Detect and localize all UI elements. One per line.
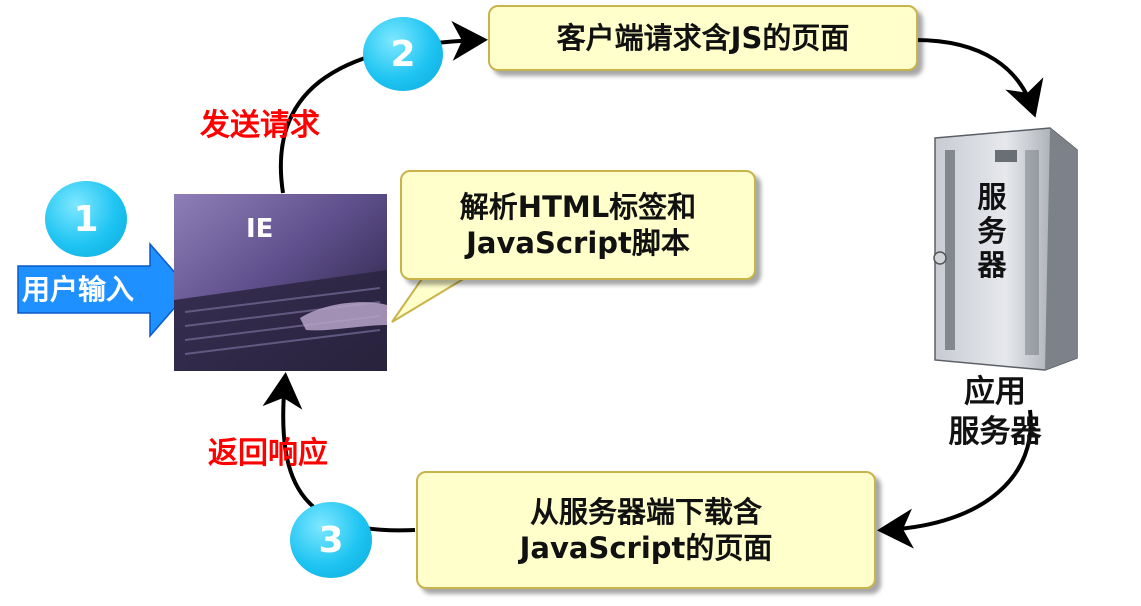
server-char-3: 器: [977, 248, 1007, 282]
request-page-box: 客户端请求含JS的页面: [488, 5, 918, 71]
step-2-badge: 2: [363, 17, 443, 91]
ie-laptop-image: [174, 194, 387, 371]
diagram-canvas: 1 2 3 用户输入 IE 发送请求 返回响应 客户端请求含JS的页面 解析HT…: [0, 0, 1141, 606]
app-server-line-1: 应用: [964, 374, 1026, 410]
download-line-2: JavaScript的页面: [519, 531, 773, 565]
step-3-badge: 3: [290, 502, 372, 578]
app-server-label: 应用 服务器: [925, 372, 1065, 452]
return-response-label: 返回响应: [208, 436, 328, 471]
server-front-label: 服 务 器: [972, 180, 1012, 282]
download-line-1: 从服务器端下载含: [529, 495, 762, 529]
parse-line-2: JavaScript脚本: [466, 226, 690, 260]
app-server-line-2: 服务器: [948, 414, 1042, 450]
step-1-badge: 1: [45, 181, 127, 257]
request-page-text: 客户端请求含JS的页面: [556, 21, 850, 55]
send-request-label: 发送请求: [200, 108, 320, 143]
arrow-to-server: [914, 38, 1044, 118]
user-input-label: 用户输入: [22, 273, 135, 306]
download-page-box: 从服务器端下载含 JavaScript的页面: [416, 471, 876, 589]
parse-line-1: 解析HTML标签和: [459, 190, 697, 224]
parse-bubble: 解析HTML标签和 JavaScript脚本: [400, 170, 756, 280]
server-char-1: 服: [977, 180, 1007, 214]
server-char-2: 务: [977, 214, 1007, 248]
ie-label: IE: [246, 214, 274, 244]
